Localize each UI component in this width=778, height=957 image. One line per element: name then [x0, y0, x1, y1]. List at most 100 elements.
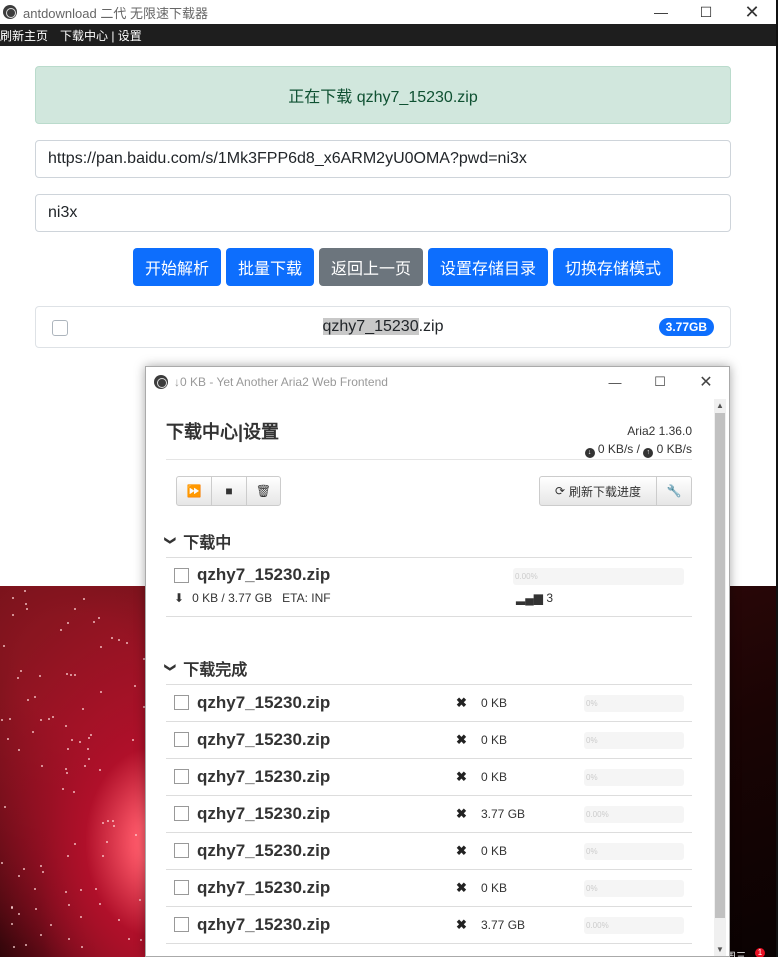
star-speck	[34, 696, 36, 698]
star-speck	[18, 749, 20, 751]
task-checkbox[interactable]	[174, 695, 189, 710]
star-speck	[100, 691, 102, 693]
aria-scrollbar[interactable]: ▲ ▼	[714, 399, 726, 956]
task-name: qzhy7_15230.zip	[197, 915, 331, 934]
star-speck	[66, 772, 68, 774]
star-speck	[98, 617, 100, 619]
close-icon[interactable]: ✕	[683, 367, 729, 397]
minimize-icon[interactable]: —	[638, 0, 684, 24]
completed-section-header[interactable]: ❯ 下载完成	[164, 651, 692, 685]
task-size: 0 KB	[481, 881, 508, 895]
star-speck	[112, 820, 114, 822]
maximize-icon[interactable]: ☐	[637, 367, 683, 397]
completed-item[interactable]: qzhy7_15230.zip ✖ 0 KB 0%	[166, 870, 692, 907]
task-name: qzhy7_15230.zip	[197, 693, 331, 712]
star-speck	[135, 834, 137, 836]
aria-window: ↓0 KB - Yet Another Aria2 Web Frontend —…	[145, 366, 730, 957]
scroll-down-icon[interactable]: ▼	[716, 945, 724, 954]
star-speck	[39, 675, 41, 677]
parse-button[interactable]: 开始解析	[132, 248, 221, 286]
task-checkbox[interactable]	[174, 880, 189, 895]
task-checkbox[interactable]	[174, 732, 189, 747]
file-checkbox[interactable]	[52, 320, 68, 336]
share-url-input[interactable]: https://pan.baidu.com/s/1Mk3FPP6d8_x6ARM…	[35, 140, 731, 178]
minimize-icon[interactable]: —	[592, 367, 638, 397]
star-speck	[67, 855, 69, 857]
error-x-icon: ✖	[456, 843, 467, 858]
delete-icon[interactable]: 🗑	[247, 477, 280, 505]
task-checkbox[interactable]	[174, 568, 189, 583]
star-speck	[79, 741, 81, 743]
task-checkbox[interactable]	[174, 806, 189, 821]
task-progress-bar: 0%	[584, 695, 684, 712]
completed-item[interactable]: qzhy7_15230.zip ✖ 3.77 GB 0.00%	[166, 796, 692, 833]
star-speck	[9, 718, 11, 720]
star-speck	[11, 907, 13, 909]
task-progress-bar: 0.00%	[584, 806, 684, 823]
maximize-icon[interactable]: ☐	[683, 0, 729, 24]
star-speck	[12, 597, 14, 599]
notification-badge[interactable]: 1	[755, 948, 765, 957]
star-speck	[90, 734, 92, 736]
star-speck	[68, 904, 70, 906]
refresh-icon: ⟳	[554, 484, 566, 498]
star-speck	[80, 916, 82, 918]
aria-window-title: ↓0 KB - Yet Another Aria2 Web Frontend	[174, 375, 388, 389]
task-checkbox[interactable]	[174, 917, 189, 932]
password-input[interactable]: ni3x	[35, 194, 731, 232]
completed-item[interactable]: qzhy7_15230.zip ✖ 0 KB 0%	[166, 833, 692, 870]
switch-storage-mode-button[interactable]: 切换存储模式	[553, 248, 674, 286]
main-content: 正在下载 qzhy7_15230.zip https://pan.baidu.c…	[35, 66, 731, 348]
error-x-icon: ✖	[456, 732, 467, 747]
download-status-alert: 正在下载 qzhy7_15230.zip	[35, 66, 731, 124]
set-storage-dir-button[interactable]: 设置存储目录	[428, 248, 549, 286]
task-checkbox[interactable]	[174, 843, 189, 858]
star-speck	[18, 913, 20, 915]
task-name: qzhy7_15230.zip	[197, 841, 331, 860]
batch-download-button[interactable]: 批量下载	[225, 248, 314, 286]
star-speck	[99, 903, 101, 905]
back-button[interactable]: 返回上一页	[318, 248, 423, 286]
downloading-item[interactable]: qzhy7_15230.zip 0.00% ⬇ 0 KB / 3.77 GB ET…	[166, 558, 692, 617]
close-icon[interactable]: ✕	[729, 0, 775, 24]
star-speck	[12, 614, 14, 616]
menu-refresh-home[interactable]: 刷新主页	[0, 27, 48, 44]
star-speck	[70, 674, 72, 676]
error-x-icon: ✖	[456, 880, 467, 895]
task-progress-bar: 0.00%	[584, 917, 684, 934]
settings-wrench-icon[interactable]: 🔧	[657, 477, 691, 505]
main-titlebar: antdownload 二代 无限速下载器 — ☐ ✕	[0, 0, 776, 24]
star-speck	[95, 888, 97, 890]
star-speck	[65, 725, 67, 727]
star-speck	[113, 825, 115, 827]
task-progress-bar: 0%	[584, 843, 684, 860]
scroll-up-icon[interactable]: ▲	[716, 401, 724, 410]
resume-all-icon[interactable]: ⏩	[177, 477, 212, 505]
scrollbar-thumb[interactable]	[715, 413, 725, 918]
star-speck	[66, 673, 68, 675]
error-x-icon: ✖	[456, 769, 467, 784]
star-speck	[13, 946, 15, 948]
download-speed-icon: ↓	[584, 448, 595, 458]
star-speck	[84, 765, 86, 767]
refresh-progress-button[interactable]: ⟳ 刷新下载进度	[540, 477, 657, 505]
chevron-down-icon: ❯	[164, 535, 177, 546]
star-speck	[128, 938, 130, 940]
star-speck	[106, 841, 108, 843]
star-speck	[1, 719, 3, 721]
completed-item[interactable]: qzhy7_15230.zip ✖ 3.77 GB 0.00%	[166, 907, 692, 944]
completed-item[interactable]: qzhy7_15230.zip ✖ 0 KB 0%	[166, 759, 692, 796]
star-speck	[52, 716, 54, 718]
app-icon	[154, 375, 168, 389]
star-speck	[67, 622, 69, 624]
downloading-section-header[interactable]: ❯ 下载中	[164, 524, 692, 558]
completed-item[interactable]: qzhy7_15230.zip ✖ 0 KB 0%	[166, 685, 692, 722]
star-speck	[102, 822, 104, 824]
menu-download-center[interactable]: 下载中心 | 设置	[60, 27, 142, 44]
task-checkbox[interactable]	[174, 769, 189, 784]
file-list-item[interactable]: qzhy7_15230.zip 3.77GB	[35, 306, 731, 348]
completed-item[interactable]: qzhy7_15230.zip ✖ 0 KB 0%	[166, 722, 692, 759]
task-controls: ⏩ ■ 🗑	[176, 476, 281, 506]
stop-icon[interactable]: ■	[212, 477, 247, 505]
star-speck	[40, 719, 42, 721]
